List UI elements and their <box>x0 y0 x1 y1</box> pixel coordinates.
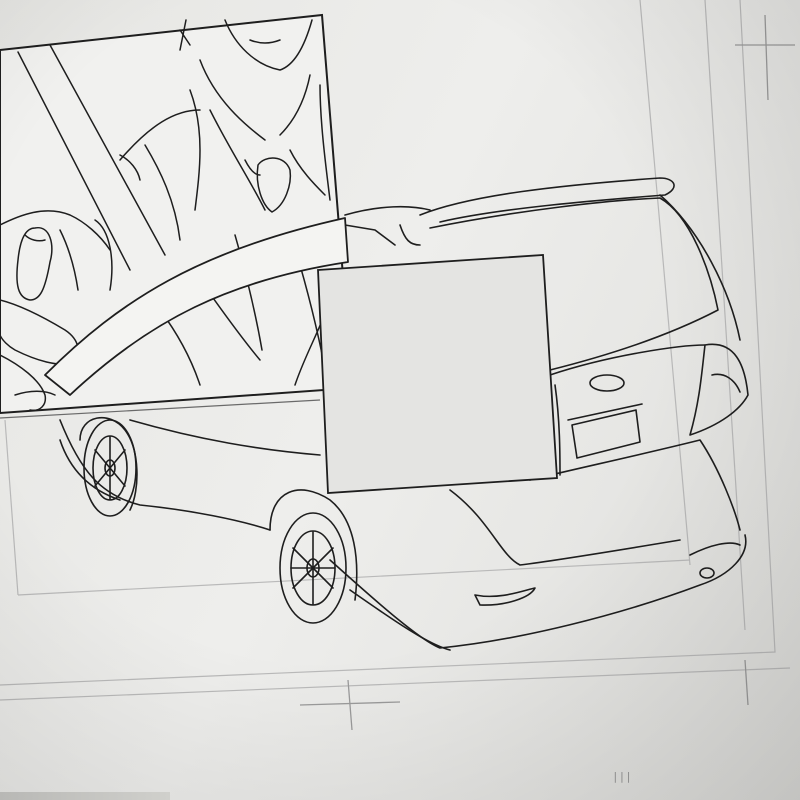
inner-frame-left <box>4 419 19 596</box>
inner-frame <box>17 559 691 596</box>
bottom-toolbar-edge <box>0 792 170 800</box>
comic-panel-character <box>0 13 354 415</box>
crop-mark-icon <box>299 659 749 731</box>
blank-panel[interactable] <box>317 254 558 494</box>
car-tailgate <box>549 344 706 376</box>
guide-vertical-right <box>704 0 746 631</box>
crop-mark-icon <box>735 14 795 101</box>
car-roof <box>344 205 431 216</box>
car-emblem <box>589 374 625 392</box>
car-front-wheel <box>79 416 138 517</box>
monitor-photo: ||| <box>0 0 800 800</box>
car-bumper <box>329 534 747 649</box>
guide-vertical-inner <box>639 0 691 566</box>
car-rear-wheel <box>269 489 358 624</box>
scrollbar-marker[interactable]: ||| <box>612 770 632 783</box>
bleed-border <box>0 667 791 701</box>
drawing-canvas[interactable] <box>0 0 800 800</box>
car-side-body <box>59 419 271 531</box>
